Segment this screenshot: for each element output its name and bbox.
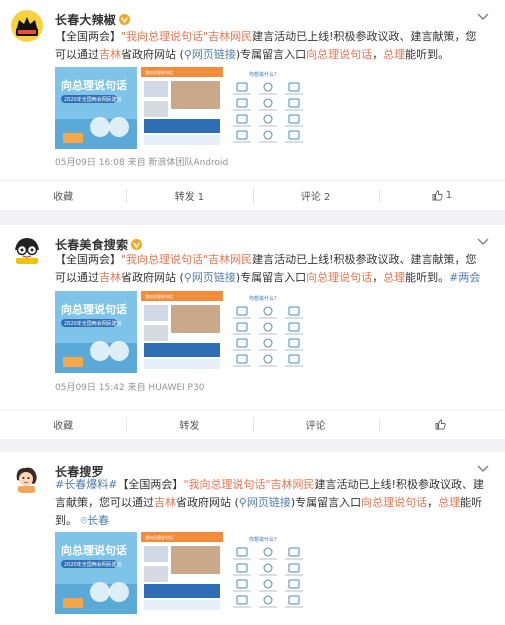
author-row: 长春大辣椒 — [55, 10, 131, 28]
menu-title: 你想说什么？ — [249, 295, 279, 302]
text-segment: ， — [372, 271, 384, 284]
repost-label: 转发 — [179, 421, 200, 432]
image-thumbnail-menu[interactable]: 你想说什么？ — [227, 532, 309, 614]
poster-title: 向总理说句话 — [61, 302, 127, 316]
post-card: 长春美食搜索 【全国两会】"我向总理说句话"吉林网民建言活动已上线!积极参政议政… — [0, 225, 505, 439]
repost-label: 转发 1 — [174, 192, 205, 203]
author-name[interactable]: 长春美食搜索 — [55, 236, 128, 253]
image-thumbnail-webpage[interactable]: 我向总理说句话 — [141, 67, 223, 149]
page-header: 我向总理说句话 — [145, 69, 173, 75]
image-thumbnail-menu[interactable]: 你想说什么？ — [227, 67, 309, 149]
post-meta: 05月09日 16:08 来自 新浪体团队Android — [55, 158, 229, 168]
page-header: 我向总理说句话 — [145, 293, 173, 299]
text-segment: 【全国两会】 — [117, 478, 184, 491]
weibo-feed: 长春大辣椒 【全国两会】"我向总理说句话"吉林网民建言活动已上线!积极参政议政、… — [0, 0, 505, 625]
link-icon: ⚲ — [238, 496, 247, 509]
web-link[interactable]: 网页链接 — [192, 48, 236, 61]
highlight-text: "我向总理说句话"吉林网民 — [121, 30, 253, 43]
image-thumbnail-menu[interactable]: 你想说什么？ — [227, 291, 309, 373]
image-thumbnail-poster[interactable]: 向总理说句话 2020年全国两会网民建言 — [55, 67, 137, 149]
comment-button[interactable]: 评论 2 — [252, 181, 379, 210]
favorite-button[interactable]: 收藏 — [0, 181, 126, 210]
verified-badge-icon — [119, 13, 131, 25]
avatar[interactable] — [11, 235, 43, 267]
image-thumbnail-poster[interactable]: 向总理说句话 2020年全国两会网民建言 — [55, 291, 137, 373]
text-segment: 能听到。 — [405, 48, 450, 61]
text-segment: 省政府网站 ( — [176, 496, 239, 509]
poster-subtitle: 2020年全国两会网民建言 — [64, 96, 122, 103]
menu-title: 你想说什么？ — [249, 536, 279, 543]
avatar[interactable] — [11, 10, 43, 42]
image-grid: 向总理说句话 2020年全国两会网民建言 我向总理说句话 你想说什么？ — [55, 291, 309, 373]
poster-title: 向总理说句话 — [61, 543, 127, 557]
action-bar: 收藏 转发 评论 — [0, 409, 505, 439]
highlight-text: 向总理说句话 — [306, 48, 373, 61]
link-icon: ⚲ — [183, 48, 192, 61]
highlight-text: 向总理说句话 — [361, 496, 428, 509]
comment-label: 评论 2 — [300, 192, 331, 203]
highlight-text: 总理 — [438, 496, 461, 509]
text-segment: ， — [427, 496, 439, 509]
comment-button[interactable]: 评论 — [252, 410, 379, 439]
text-segment: 省政府网站 ( — [121, 48, 184, 61]
text-segment: )专属留言入口 — [235, 48, 307, 61]
post-text: #长春爆料#【全国两会】"我向总理说句话"吉林网民建言活动已上线!积极参政议政、… — [55, 476, 487, 530]
text-segment: ， — [372, 48, 384, 61]
text-segment: )专属留言入口 — [290, 496, 362, 509]
verified-badge-icon — [131, 238, 143, 250]
topic-tag[interactable]: #长春爆料# — [55, 478, 117, 491]
chevron-down-icon[interactable] — [477, 12, 489, 22]
poster-title: 向总理说句话 — [61, 78, 127, 92]
highlight-text: 吉林 — [99, 48, 121, 61]
web-link[interactable]: 网页链接 — [247, 496, 291, 509]
favorite-label: 收藏 — [53, 192, 74, 203]
post-meta: 05月09日 15:42 来自 HUAWEI P30 — [55, 383, 205, 393]
text-segment: 【全国两会】 — [55, 30, 121, 43]
action-bar: 收藏 转发 1 评论 2 1 — [0, 180, 505, 210]
text-segment: )专属留言入口 — [235, 271, 307, 284]
image-grid: 向总理说句话 2020年全国两会网民建言 我向总理说句话 你想说什么？ — [55, 67, 309, 149]
link-icon: ⚲ — [183, 271, 192, 284]
like-button[interactable]: 1 — [378, 181, 505, 210]
menu-title: 你想说什么？ — [249, 71, 279, 78]
highlight-text: 总理 — [383, 48, 406, 61]
repost-button[interactable]: 转发 1 — [126, 181, 252, 210]
repost-button[interactable]: 转发 — [126, 410, 252, 439]
page-header: 我向总理说句话 — [145, 534, 173, 540]
highlight-text: 吉林 — [154, 496, 176, 509]
chevron-down-icon[interactable] — [477, 464, 489, 474]
avatar[interactable] — [11, 462, 43, 494]
highlight-text: 吉林 — [99, 271, 121, 284]
chevron-down-icon[interactable] — [477, 237, 489, 247]
highlight-text: 总理 — [383, 271, 406, 284]
highlight-text: "我向总理说句话"吉林网民 — [121, 253, 253, 266]
like-count: 1 — [445, 190, 453, 201]
text-segment: 【全国两会】 — [55, 253, 121, 266]
image-thumbnail-poster[interactable]: 向总理说句话 2020年全国两会网民建言 — [55, 532, 137, 614]
post-card: 长春搜罗 #长春爆料#【全国两会】"我向总理说句话"吉林网民建言活动已上线!积极… — [0, 452, 505, 625]
image-grid: 向总理说句话 2020年全国两会网民建言 我向总理说句话 你想说什么？ — [55, 532, 309, 614]
thumb-up-icon — [432, 190, 443, 201]
favorite-label: 收藏 — [53, 421, 74, 432]
image-thumbnail-webpage[interactable]: 我向总理说句话 — [141, 291, 223, 373]
highlight-text: "我向总理说句话"吉林网民 — [183, 478, 315, 491]
post-card: 长春大辣椒 【全国两会】"我向总理说句话"吉林网民建言活动已上线!积极参政议政、… — [0, 0, 505, 210]
web-link[interactable]: 网页链接 — [192, 271, 236, 284]
comment-label: 评论 — [305, 421, 326, 432]
favorite-button[interactable]: 收藏 — [0, 410, 126, 439]
like-button[interactable] — [378, 410, 505, 439]
poster-subtitle: 2020年全国两会网民建言 — [64, 561, 122, 568]
post-text: 【全国两会】"我向总理说句话"吉林网民建言活动已上线!积极参政议政、建言献策，您… — [55, 28, 487, 64]
text-segment: 省政府网站 ( — [121, 271, 184, 284]
text-segment: 能听到。 — [405, 271, 450, 284]
location-link[interactable]: 长春 — [87, 514, 109, 527]
poster-subtitle: 2020年全国两会网民建言 — [64, 320, 122, 327]
author-name[interactable]: 长春大辣椒 — [55, 11, 116, 28]
highlight-text: 向总理说句话 — [306, 271, 373, 284]
thumb-up-icon — [435, 419, 446, 430]
image-thumbnail-webpage[interactable]: 我向总理说句话 — [141, 532, 223, 614]
